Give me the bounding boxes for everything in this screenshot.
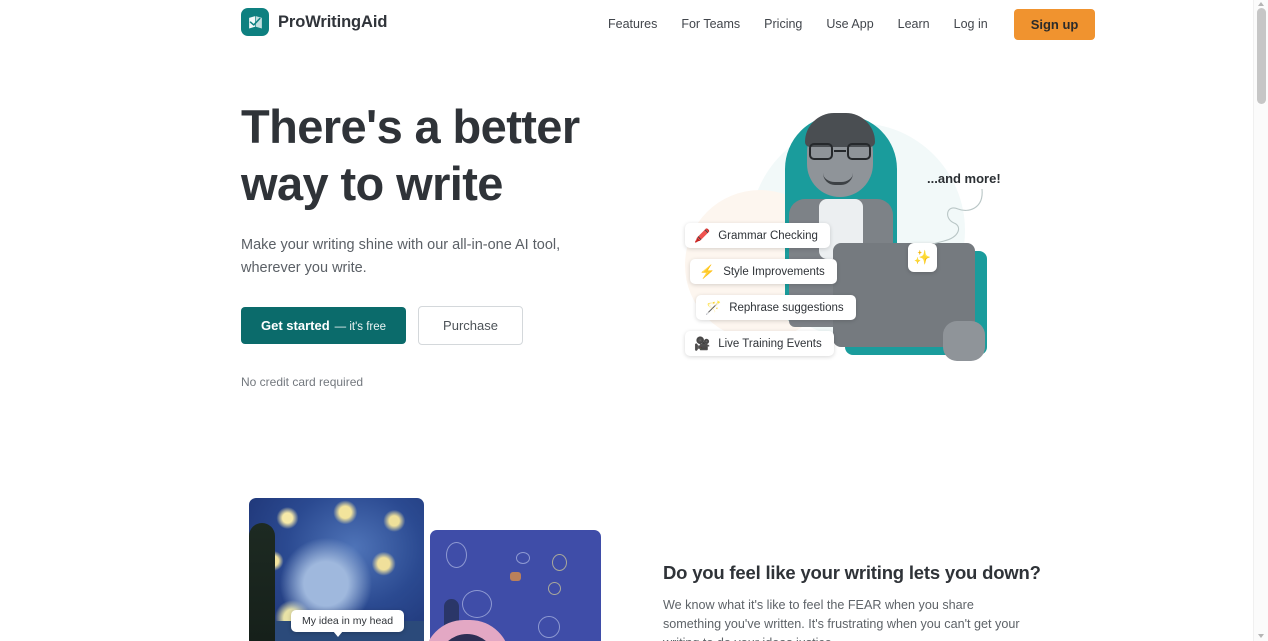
get-started-button[interactable]: Get started — it's free bbox=[241, 307, 407, 344]
feature-chip-label: Style Improvements bbox=[723, 265, 825, 278]
pink-arch-inner bbox=[438, 634, 496, 641]
sign-up-button[interactable]: Sign up bbox=[1013, 8, 1096, 40]
page-scrollbar[interactable] bbox=[1253, 0, 1268, 641]
swirl-shape bbox=[516, 552, 530, 564]
hero-title: There's a better way to write bbox=[241, 98, 641, 212]
page-root: ProWritingAid Features For Teams Pricing… bbox=[0, 0, 1268, 641]
lightning-icon: ⚡ bbox=[699, 264, 716, 279]
video-camera-icon: 🎥 bbox=[694, 336, 711, 351]
person-hair bbox=[805, 113, 875, 147]
feature-chip-list: 🖍️ Grammar Checking ⚡ Style Improvements… bbox=[685, 223, 856, 356]
hero-copy-block: There's a better way to write Make your … bbox=[241, 98, 641, 389]
nav-features[interactable]: Features bbox=[596, 11, 669, 37]
brand-logo[interactable]: ProWritingAid bbox=[241, 8, 387, 36]
lower-text-block: Do you feel like your writing lets you d… bbox=[663, 562, 1041, 641]
hero-title-line-2: way to write bbox=[241, 157, 503, 210]
nav-pricing[interactable]: Pricing bbox=[752, 11, 814, 37]
swirl-shape bbox=[552, 554, 567, 571]
person-hand bbox=[943, 321, 985, 361]
no-credit-card-note: No credit card required bbox=[241, 375, 364, 389]
hero-illustration: 🖍️ Grammar Checking ⚡ Style Improvements… bbox=[665, 95, 1025, 385]
scrollbar-thumb[interactable] bbox=[1257, 8, 1266, 104]
nav-for-teams[interactable]: For Teams bbox=[669, 11, 752, 37]
feature-chip-style-improvements[interactable]: ⚡ Style Improvements bbox=[690, 259, 837, 284]
crayon-icon: 🖍️ bbox=[694, 228, 711, 243]
and-more-label: ...and more! bbox=[927, 171, 1001, 186]
feature-chip-live-training-events[interactable]: 🎥 Live Training Events bbox=[685, 331, 834, 356]
swirl-shape bbox=[462, 590, 492, 618]
main-navigation: Features For Teams Pricing Use App Learn… bbox=[596, 0, 1096, 48]
nav-log-in[interactable]: Log in bbox=[942, 11, 1000, 37]
swirl-shape bbox=[446, 542, 467, 568]
hero-cta-group: Get started — it's free Purchase bbox=[241, 306, 641, 345]
scroll-up-arrow-icon[interactable] bbox=[1258, 2, 1264, 6]
feature-chip-rephrase-suggestions[interactable]: 🪄 Rephrase suggestions bbox=[696, 295, 856, 320]
hero-subtitle: Make your writing shine with our all-in-… bbox=[241, 237, 561, 276]
feature-chip-grammar-checking[interactable]: 🖍️ Grammar Checking bbox=[685, 223, 830, 248]
brand-name: ProWritingAid bbox=[278, 12, 388, 31]
sparkle-icon-card: ✨ bbox=[908, 243, 937, 272]
idea-caption-bubble: My idea in my head bbox=[291, 610, 405, 637]
magic-wand-icon: 🪄 bbox=[705, 300, 722, 315]
feature-chip-label: Grammar Checking bbox=[718, 229, 818, 242]
feature-chip-label: Rephrase suggestions bbox=[729, 301, 844, 314]
scroll-down-arrow-icon[interactable] bbox=[1258, 634, 1264, 638]
nav-learn[interactable]: Learn bbox=[886, 11, 942, 37]
purchase-button[interactable]: Purchase bbox=[418, 306, 523, 345]
feature-chip-label: Live Training Events bbox=[718, 337, 822, 350]
glasses-icon bbox=[809, 143, 871, 160]
lower-section-title: Do you feel like your writing lets you d… bbox=[663, 562, 1041, 583]
book-check-icon bbox=[241, 8, 269, 36]
orange-accent-dot bbox=[510, 572, 521, 581]
starry-night-illustration: My idea in my head bbox=[249, 498, 601, 641]
get-started-sublabel: — it's free bbox=[334, 321, 387, 333]
starry-cypress-tree bbox=[249, 523, 275, 641]
hero-title-line-1: There's a better bbox=[241, 100, 580, 153]
swirl-shape bbox=[538, 616, 560, 638]
swirl-shape bbox=[548, 582, 561, 595]
site-header: ProWritingAid Features For Teams Pricing… bbox=[0, 0, 1253, 48]
lower-section-body: We know what it's like to feel the FEAR … bbox=[663, 598, 1020, 641]
nav-use-app[interactable]: Use App bbox=[814, 11, 885, 37]
get-started-label: Get started bbox=[261, 318, 330, 333]
